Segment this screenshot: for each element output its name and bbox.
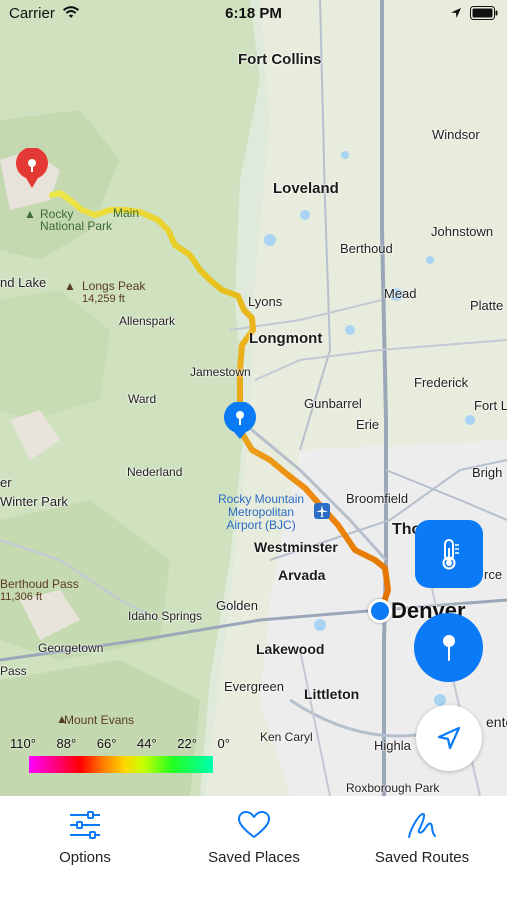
- temperature-gradient-bar: [29, 756, 213, 773]
- poi-label: National Park: [40, 219, 113, 233]
- current-location-dot: [368, 599, 392, 623]
- city-label: Georgetown: [38, 641, 104, 655]
- city-label: Lyons: [248, 294, 283, 309]
- city-label: Winter Park: [0, 494, 68, 509]
- clock-label: 6:18 PM: [225, 5, 282, 22]
- city-label: ente: [486, 714, 507, 730]
- location-arrow-icon: [437, 726, 461, 750]
- city-label: Platte: [470, 298, 504, 313]
- city-label: Pass: [0, 664, 27, 678]
- city-label: Erie: [356, 417, 380, 432]
- city-label: Arvada: [278, 567, 326, 583]
- tab-options[interactable]: Options: [5, 810, 165, 866]
- poi-label: Berthoud Pass: [0, 577, 79, 591]
- temperature-toggle-button[interactable]: [415, 520, 483, 588]
- city-label: Idaho Springs: [128, 609, 203, 623]
- city-label: Allenspark: [119, 314, 176, 328]
- temperature-legend: 110° 88° 66° 44° 22° 0°: [10, 736, 230, 773]
- heart-icon: [238, 811, 270, 838]
- city-label: Lakewood: [256, 641, 325, 657]
- center-location-button[interactable]: [416, 705, 482, 771]
- poi-label: Mount Evans: [64, 713, 135, 727]
- battery-icon: [470, 6, 498, 20]
- airport-icon: [314, 503, 330, 519]
- poi-label: Longs Peak: [82, 279, 146, 293]
- poi-elevation: 11,306 ft: [0, 591, 42, 603]
- city-label: rce: [484, 567, 503, 582]
- poi-label: Main: [113, 206, 140, 220]
- tab-label: Saved Routes: [374, 849, 470, 866]
- map-view[interactable]: Carrier 6:18 PM Fort Collins Windsor Lov…: [0, 0, 507, 796]
- airport-label-line: Airport (BJC): [226, 518, 296, 532]
- city-label: Gunbarrel: [304, 396, 362, 411]
- city-label: Golden: [216, 598, 258, 613]
- poi-elevation: 14,259 ft: [82, 293, 125, 305]
- temperature-legend-labels: 110° 88° 66° 44° 22° 0°: [10, 736, 230, 751]
- tab-saved-places[interactable]: Saved Places: [174, 810, 334, 866]
- city-label: Berthoud: [340, 241, 393, 256]
- temperature-tick-label: 0°: [217, 736, 230, 751]
- city-label: Brigh: [472, 465, 503, 480]
- city-label: er: [0, 475, 12, 490]
- start-pin-icon[interactable]: [14, 148, 50, 190]
- city-label: Highla: [374, 738, 411, 753]
- temperature-tick-label: 66°: [96, 736, 117, 751]
- city-label: Fort L: [474, 398, 507, 413]
- city-label: Ward: [128, 392, 157, 406]
- tab-label: Options: [59, 849, 111, 866]
- city-label: Fort Collins: [238, 51, 322, 68]
- drop-pin-button[interactable]: [414, 613, 483, 682]
- sliders-icon: [70, 811, 100, 839]
- status-bar: Carrier 6:18 PM: [0, 0, 507, 28]
- city-label: Broomfield: [346, 491, 409, 506]
- tab-saved-routes[interactable]: Saved Routes: [342, 810, 502, 866]
- thermometer-icon: [442, 539, 459, 570]
- city-label: Ken Caryl: [260, 730, 313, 744]
- city-label: Loveland: [273, 180, 339, 197]
- city-label: Westminster: [254, 539, 338, 555]
- city-label: Nederland: [127, 465, 183, 479]
- city-label: Johnstown: [431, 224, 494, 239]
- tab-label: Saved Places: [208, 849, 300, 866]
- city-label: Windsor: [432, 127, 480, 142]
- mountain-icon: ▲: [64, 279, 76, 293]
- city-label: nd Lake: [0, 275, 47, 290]
- pin-icon: [442, 634, 455, 661]
- poi-icon-park: ▲: [24, 207, 36, 221]
- temperature-tick-label: 110°: [10, 736, 36, 751]
- city-label: Frederick: [414, 375, 469, 390]
- temperature-tick-label: 44°: [137, 736, 157, 751]
- route-squiggle-icon: [408, 812, 436, 838]
- city-label: Longmont: [249, 330, 323, 347]
- airport-label: Rocky Mountain Metropolitan Airport (BJC…: [218, 493, 304, 532]
- city-label: Roxborough Park: [346, 781, 440, 795]
- temperature-tick-label: 22°: [177, 736, 197, 751]
- temperature-tick-label: 88°: [56, 736, 77, 751]
- location-services-icon: [451, 8, 461, 18]
- city-label: Evergreen: [224, 679, 284, 694]
- tab-bar: Options Saved Places Saved Routes: [0, 796, 507, 900]
- waypoint-pin-icon[interactable]: [222, 402, 258, 440]
- city-label: Littleton: [304, 686, 360, 702]
- city-label: Jamestown: [190, 365, 251, 379]
- city-label: Mead: [384, 286, 417, 301]
